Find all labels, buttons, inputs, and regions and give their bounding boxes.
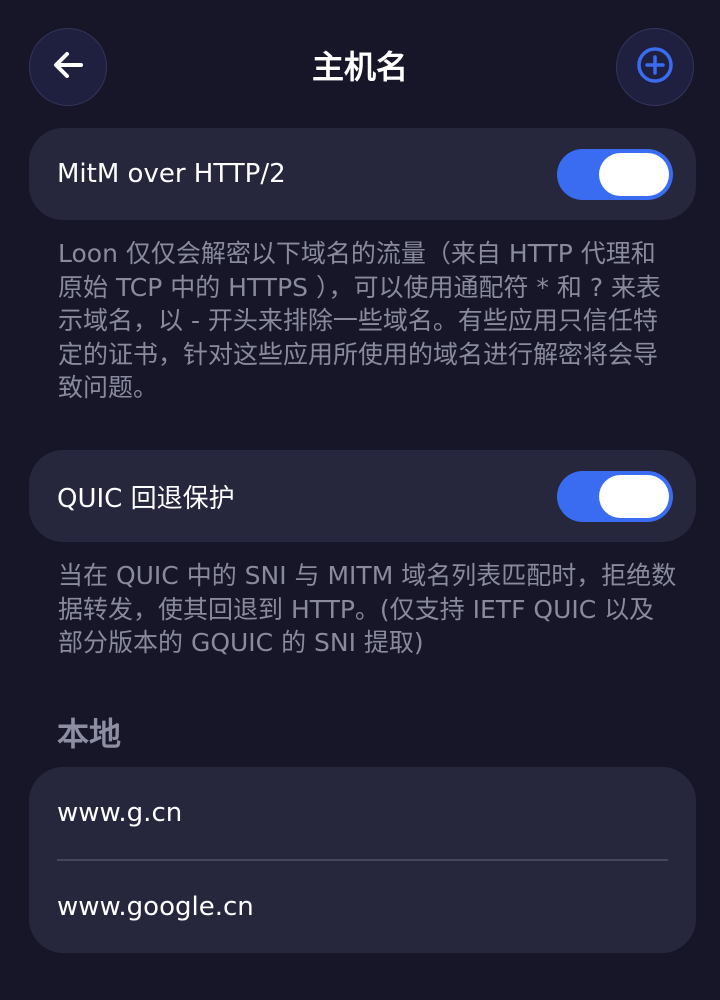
quic-fallback-toggle[interactable] <box>557 470 673 522</box>
local-section-title: 本地 <box>57 715 122 753</box>
mitm-http2-row: MitM over HTTP/2 <box>29 128 696 220</box>
mitm-http2-label: MitM over HTTP/2 <box>57 159 286 189</box>
page-title: 主机名 <box>311 48 408 86</box>
list-item[interactable]: www.g.cn <box>29 767 696 859</box>
toggle-knob <box>599 474 669 518</box>
hostname-settings-page: 主机名 MitM over HTTP/2 Loon 仅仅会解密以下域名的流量（来… <box>0 0 720 1000</box>
list-item[interactable]: www.google.cn <box>29 861 696 953</box>
mitm-http2-description: Loon 仅仅会解密以下域名的流量（来自 HTTP 代理和原始 TCP 中的 H… <box>58 239 662 402</box>
add-button[interactable] <box>616 28 694 106</box>
quic-fallback-description: 当在 QUIC 中的 SNI 与 MITM 域名列表匹配时，拒绝数据转发，使其回… <box>58 561 677 657</box>
quic-fallback-row: QUIC 回退保护 <box>29 450 696 542</box>
mitm-http2-card: MitM over HTTP/2 <box>29 128 696 220</box>
plus-circle-icon <box>636 46 674 88</box>
local-hostname-list: www.g.cn www.google.cn <box>29 767 696 953</box>
mitm-http2-toggle[interactable] <box>557 148 673 200</box>
toggle-knob <box>599 152 669 196</box>
quic-fallback-label: QUIC 回退保护 <box>57 483 235 514</box>
quic-fallback-card: QUIC 回退保护 <box>29 450 696 542</box>
